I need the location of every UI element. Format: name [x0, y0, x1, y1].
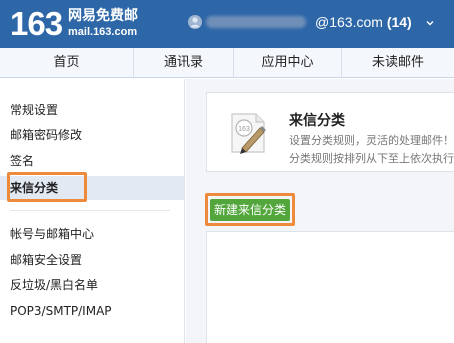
sidebar-item-general-settings[interactable]: 常规设置 — [0, 98, 184, 122]
mail-filter-icon: 163 — [231, 113, 266, 154]
main-nav: 首页 通讯录 应用中心 未读邮件 — [0, 48, 454, 78]
user-domain-text: @163.com — [315, 14, 383, 30]
sidebar-item-mail-filter[interactable]: 来信分类 — [0, 176, 184, 200]
top-header: 163 网易免费邮 mail.163.com @163.com (14) — [0, 0, 454, 48]
logo-domain[interactable]: mail.163.com — [68, 26, 137, 39]
unread-count: (14) — [386, 14, 412, 30]
sidebar-divider — [10, 210, 170, 211]
sidebar-item-password[interactable]: 邮箱密码修改 — [0, 123, 184, 147]
logo-number[interactable]: 163 — [10, 5, 63, 43]
new-filter-button[interactable]: 新建来信分类 — [210, 199, 290, 221]
sidebar-item-antispam[interactable]: 反垃圾/黑白名单 — [0, 273, 184, 297]
icon-label: 163 — [238, 126, 250, 133]
page-description-line1: 设置分类规则，灵活的处理邮件！ — [289, 134, 454, 147]
user-account[interactable]: @163.com (14) — [315, 14, 412, 31]
filter-list-area — [206, 231, 454, 343]
page-title: 来信分类 — [289, 113, 345, 129]
user-avatar-icon[interactable] — [188, 15, 202, 29]
username-redacted[interactable] — [206, 16, 306, 28]
chevron-down-icon[interactable] — [426, 19, 434, 27]
tab-contacts[interactable]: 通讯录 — [134, 48, 234, 77]
settings-sidebar: 常规设置 邮箱密码修改 签名 来信分类 帐号与邮箱中心 邮箱安全设置 反垃圾/黑… — [0, 79, 185, 343]
sidebar-item-signature[interactable]: 签名 — [0, 149, 184, 173]
sidebar-item-security[interactable]: 邮箱安全设置 — [0, 248, 184, 272]
tab-unread-mail[interactable]: 未读邮件 — [342, 48, 454, 77]
page-description-line2: 分类规则按排列从下至上依次执行 — [289, 152, 454, 165]
tab-app-center[interactable]: 应用中心 — [234, 48, 342, 77]
sidebar-item-pop3-smtp-imap[interactable]: POP3/SMTP/IMAP — [0, 299, 184, 323]
logo-name[interactable]: 网易免费邮 — [68, 8, 138, 24]
tab-home[interactable]: 首页 — [0, 48, 134, 77]
sidebar-item-account-center[interactable]: 帐号与邮箱中心 — [0, 222, 184, 246]
